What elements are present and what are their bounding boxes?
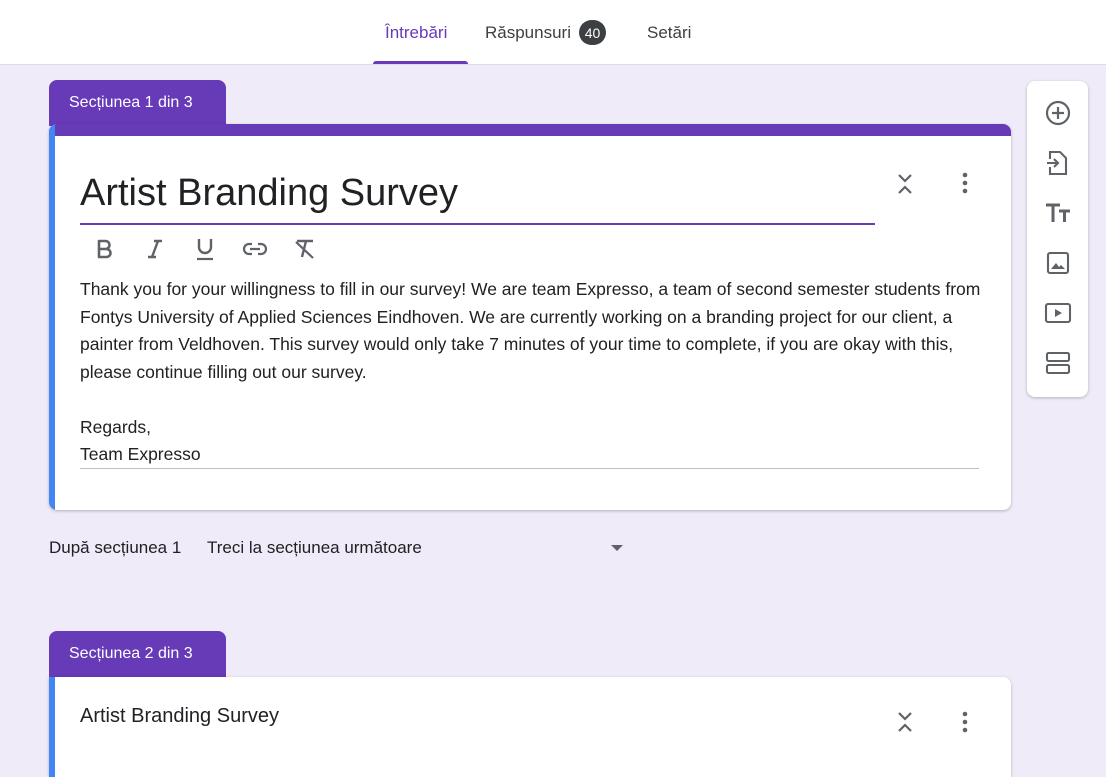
active-tab-indicator [373,61,468,64]
section-2-header: Secțiunea 2 din 3 [49,631,226,677]
underline-button[interactable] [185,229,225,269]
add-video-button[interactable] [1038,293,1078,333]
floating-toolbar [1027,81,1088,397]
tab-questions[interactable]: Întrebări [385,0,447,65]
card-focus-strip [49,124,55,510]
add-title-button[interactable] [1038,193,1078,233]
collapse-icon [898,712,912,732]
tab-questions-label: Întrebări [385,22,448,42]
form-title-input[interactable]: Artist Branding Survey [80,172,875,214]
more-vert-icon [962,711,968,733]
section-2-label: Secțiunea 2 din 3 [69,645,193,662]
add-section-icon [1045,351,1071,375]
underline-icon [197,239,213,261]
import-questions-button[interactable] [1038,143,1078,183]
tab-settings-label: Setări [647,22,692,42]
description-regards: Regards, [80,416,152,437]
section-2-more-button[interactable] [945,702,985,742]
description-underline [80,468,979,469]
insert-link-button[interactable] [235,229,275,269]
dropdown-arrow-icon[interactable] [611,545,623,551]
section-1-label: Secțiunea 1 din 3 [69,94,193,111]
card-focus-strip [49,677,55,777]
collapse-icon [898,174,912,194]
add-question-icon [1045,100,1071,126]
responses-count-badge: 40 [579,20,606,45]
tab-responses[interactable]: Răspunsuri 40 [485,0,606,65]
import-questions-icon [1047,150,1068,176]
tab-settings[interactable]: Setări [647,0,691,65]
card-top-strip [49,124,1011,136]
add-question-button[interactable] [1038,93,1078,133]
link-icon [242,242,268,256]
after-section-select[interactable]: Treci la secțiunea următoare [207,538,422,558]
top-tab-bar: Întrebări Răspunsuri 40 Setări [0,0,1106,65]
form-description-input[interactable]: Thank you for your willingness to fill i… [80,276,985,469]
add-title-icon [1046,203,1070,222]
bold-button[interactable] [85,229,125,269]
collapse-section-button[interactable] [885,164,925,204]
description-paragraph: Thank you for your willingness to fill i… [80,279,981,382]
add-image-button[interactable] [1038,243,1078,283]
clear-format-icon [295,239,314,259]
tab-responses-label: Răspunsuri [485,22,571,42]
italic-button[interactable] [135,229,175,269]
section-2-card[interactable]: Artist Branding Survey [49,677,1011,777]
more-vert-icon [962,172,968,194]
description-blank-line [80,386,985,414]
after-section-label: După secțiunea 1 [49,538,182,557]
add-video-icon [1044,302,1072,324]
section-more-button[interactable] [945,163,985,203]
description-signature: Team Expresso [80,444,201,464]
section-1-header: Secțiunea 1 din 3 [49,80,226,126]
add-section-button[interactable] [1038,343,1078,383]
section-2-title[interactable]: Artist Branding Survey [80,705,279,728]
title-underline [80,223,875,225]
bold-icon [97,239,112,259]
italic-icon [148,239,162,259]
collapse-section-2-button[interactable] [885,702,925,742]
add-image-icon [1046,251,1070,275]
clear-format-button[interactable] [285,229,325,269]
after-section-navigation: După secțiunea 1 Treci la secțiunea urmă… [49,536,422,560]
section-1-card[interactable]: Artist Branding Survey Thank you for you… [49,124,1011,510]
